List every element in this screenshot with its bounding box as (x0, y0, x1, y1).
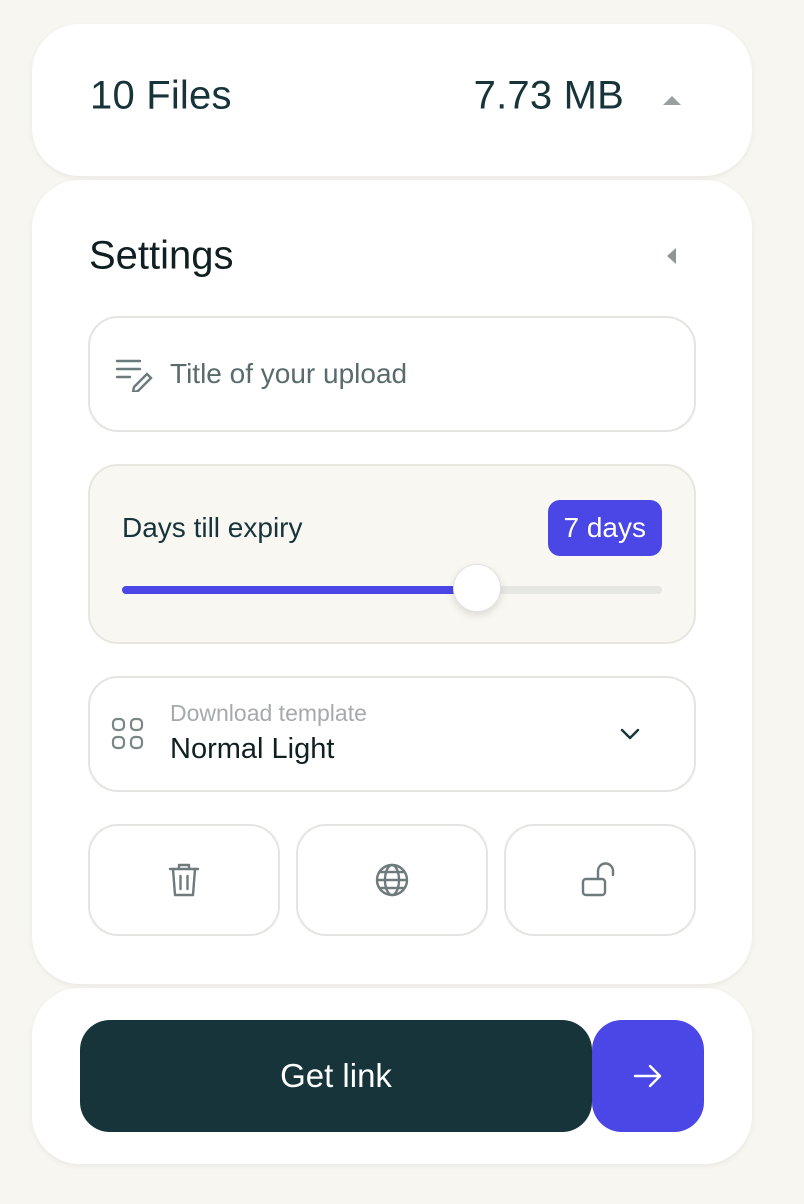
grid-icon (110, 716, 146, 752)
expiry-slider[interactable] (122, 564, 662, 612)
expiry-value-badge: 7 days (547, 500, 662, 556)
expiry-panel: Days till expiry 7 days (88, 464, 696, 644)
expiry-slider-thumb[interactable] (453, 564, 502, 612)
password-lock-button[interactable] (504, 824, 696, 936)
file-count: 10 Files (90, 73, 232, 118)
caret-up-icon[interactable] (656, 90, 688, 110)
delete-button[interactable] (88, 824, 280, 936)
total-size: 7.73 MB (473, 73, 624, 118)
unlock-icon (581, 862, 615, 897)
action-card: Get link (32, 988, 752, 1164)
settings-card: Settings Days till expiry 7 days (32, 180, 752, 984)
download-template-select[interactable]: Download template Normal Light (88, 676, 696, 792)
settings-heading: Settings (89, 233, 234, 278)
expiry-label: Days till expiry (122, 512, 303, 543)
go-button[interactable] (592, 1020, 704, 1132)
upload-title-field (88, 316, 696, 432)
caret-left-icon[interactable] (660, 244, 684, 268)
trash-icon (168, 863, 200, 897)
download-template-value: Normal Light (170, 733, 335, 765)
upload-title-input[interactable] (170, 346, 670, 402)
download-template-label: Download template (170, 700, 367, 726)
get-link-button[interactable]: Get link (80, 1020, 592, 1132)
upload-summary-card: 10 Files 7.73 MB (32, 24, 752, 176)
public-access-button[interactable] (296, 824, 488, 936)
edit-text-icon (114, 356, 154, 394)
globe-icon (375, 863, 409, 897)
expiry-slider-fill (122, 586, 478, 594)
chevron-down-icon (618, 724, 642, 744)
arrow-right-icon (633, 1064, 662, 1088)
